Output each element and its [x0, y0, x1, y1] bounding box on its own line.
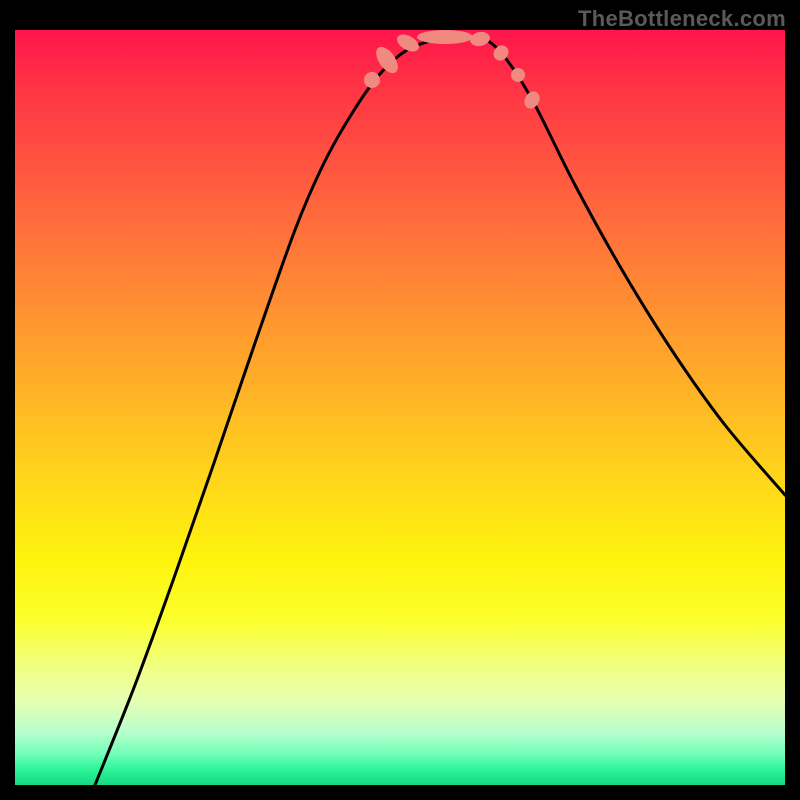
- plot-area: [15, 30, 785, 785]
- segment-marker: [394, 31, 422, 55]
- segment-marker: [372, 43, 402, 77]
- segment-marker: [511, 68, 525, 82]
- curve-line: [95, 37, 785, 785]
- chart-frame: TheBottleneck.com: [0, 0, 800, 800]
- segment-marker: [364, 72, 380, 88]
- watermark-text: TheBottleneck.com: [578, 6, 786, 32]
- curve-svg: [15, 30, 785, 785]
- segment-marker: [521, 89, 542, 112]
- segment-marker: [469, 30, 491, 48]
- marker-group: [364, 30, 543, 111]
- segment-marker: [417, 30, 473, 44]
- bottleneck-curve: [95, 37, 785, 785]
